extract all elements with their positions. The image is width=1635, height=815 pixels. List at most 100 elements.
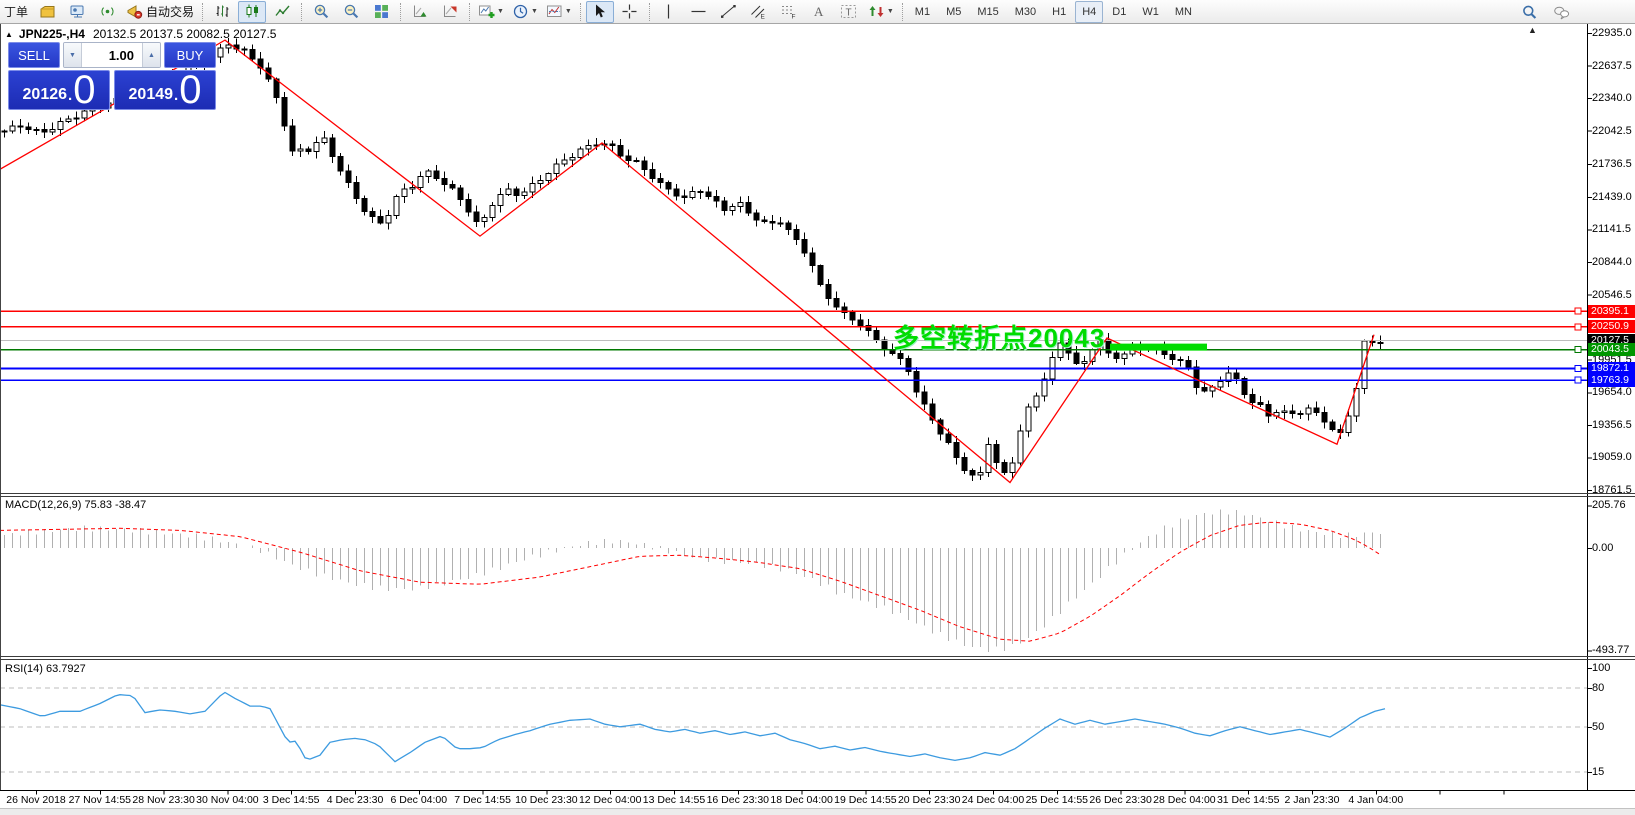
timeframe-mn-button[interactable]: MN (1168, 1, 1199, 23)
labelT-icon: T (840, 3, 857, 20)
crosshair-button[interactable] (616, 1, 644, 23)
svg-text:A: A (814, 4, 824, 19)
timeframe-d1-button[interactable]: D1 (1105, 1, 1133, 23)
bar-chart-button[interactable] (208, 1, 236, 23)
volume-up-button[interactable]: ▲ (142, 43, 160, 67)
candlestick-button[interactable] (238, 1, 266, 23)
dropdown-arrow-icon[interactable]: ▼ (497, 8, 504, 15)
timeframe-m30-button[interactable]: M30 (1008, 1, 1043, 23)
price-tag: 20395.1 (1588, 305, 1635, 318)
new-order-button-label: 丁单 (4, 3, 28, 20)
horizontal-level-lines[interactable] (0, 311, 1587, 380)
autoscroll-icon (412, 3, 429, 20)
sell-price-frac: 0 (73, 75, 95, 106)
hline-icon (690, 3, 707, 20)
chart-ohlc-values: 20132.5 20137.5 20082.5 20127.5 (93, 27, 277, 41)
volume-down-button[interactable]: ▼ (64, 43, 82, 67)
new-order-button[interactable]: 丁单 (1, 1, 31, 23)
vertical-line-button[interactable] (655, 1, 683, 23)
periods-button[interactable]: ▼ (509, 1, 541, 23)
sell-price-button[interactable]: 20126.0 (8, 70, 110, 110)
data-window-button[interactable] (63, 1, 91, 23)
price-tag: 19763.9 (1588, 374, 1635, 387)
price-tag: 20250.9 (1588, 320, 1635, 333)
arrows-icon (868, 3, 885, 20)
channel-icon: E (750, 3, 767, 20)
line-handles (1575, 308, 1581, 383)
cursor-button[interactable] (586, 1, 614, 23)
new-chart-button[interactable]: ▼ (475, 1, 507, 23)
templates-button[interactable]: ▼ (543, 1, 575, 23)
one-click-trading-panel: SELL ▼ 1.00 ▲ BUY 20126.0 20149.0 (8, 42, 216, 110)
zoomin-icon (313, 3, 330, 20)
axis-label: 0.00 (1592, 542, 1613, 554)
time-axis-label: 7 Dec 14:55 (454, 794, 511, 806)
time-axis-label: 30 Nov 04:00 (196, 794, 258, 806)
axis-label: 21141.5 (1592, 223, 1631, 235)
channel-button[interactable]: E (745, 1, 773, 23)
tiles-icon (373, 3, 390, 20)
line-chart-button[interactable] (268, 1, 296, 23)
time-axis-label: 26 Dec 23:30 (1089, 794, 1151, 806)
buy-button[interactable]: BUY (164, 42, 216, 68)
dropdown-arrow-icon[interactable]: ▼ (887, 8, 894, 15)
toolbar-separator (469, 3, 470, 21)
toolbar-separator (301, 3, 302, 21)
chart-annotation-text[interactable]: 多空转折点20043 (893, 318, 1105, 355)
collapse-panel-icon[interactable]: ▲ (5, 30, 13, 39)
rsi-indicator-label: RSI(14) 63.7927 (5, 663, 86, 675)
market-watch-button[interactable] (33, 1, 61, 23)
time-axis-label: 27 Nov 14:55 (69, 794, 131, 806)
macd-indicator-label: MACD(12,26,9) 75.83 -38.47 (5, 499, 146, 511)
window-bottom-edge (0, 808, 1635, 815)
time-axis-label: 28 Dec 04:00 (1153, 794, 1215, 806)
zoom-out-button[interactable] (337, 1, 365, 23)
autotrading-button[interactable]: 自动交易 (123, 1, 197, 23)
candles-icon (244, 3, 261, 20)
time-axis-label: 10 Dec 23:30 (515, 794, 577, 806)
folder-icon (39, 3, 56, 20)
timeframe-w1-button[interactable]: W1 (1135, 1, 1166, 23)
auto-scroll-button[interactable] (406, 1, 434, 23)
timeframe-m15-button[interactable]: M15 (970, 1, 1005, 23)
search-button[interactable] (1515, 1, 1543, 23)
highlight-bar[interactable] (1110, 344, 1207, 351)
macd-pane-series (0, 510, 1381, 653)
buy-price-button[interactable]: 20149.0 (114, 70, 216, 110)
fibonacci-button[interactable]: F (775, 1, 803, 23)
volume-input[interactable]: 1.00 (82, 43, 142, 67)
time-axis-label: 16 Dec 23:30 (707, 794, 769, 806)
dropdown-arrow-icon[interactable]: ▼ (531, 8, 538, 15)
time-axis-label: 19 Dec 14:55 (834, 794, 896, 806)
axis-label: 19654.0 (1592, 386, 1632, 398)
axis-label: 18761.5 (1592, 484, 1632, 496)
fibo-icon: F (780, 3, 797, 20)
dropdown-arrow-icon[interactable]: ▼ (565, 8, 572, 15)
horizontal-line-button[interactable] (685, 1, 713, 23)
scroll-up-icon[interactable]: ▲ (1528, 25, 1537, 35)
time-axis-label: 20 Dec 23:30 (898, 794, 960, 806)
trendline-button[interactable] (715, 1, 743, 23)
timeframe-h4-button[interactable]: H4 (1075, 1, 1103, 23)
time-axis-label: 13 Dec 14:55 (643, 794, 705, 806)
arrows-button[interactable]: ▼ (865, 1, 897, 23)
chart-shift-button[interactable] (436, 1, 464, 23)
text-button[interactable]: A (805, 1, 833, 23)
timeframe-m1-button[interactable]: M1 (908, 1, 937, 23)
textA-icon: A (810, 3, 827, 20)
label-button[interactable]: T (835, 1, 863, 23)
cursor-icon (591, 3, 608, 20)
time-axis-label: 12 Dec 04:00 (579, 794, 641, 806)
chart-canvas[interactable] (0, 0, 1635, 815)
navigator-button[interactable] (93, 1, 121, 23)
time-axis-label: 6 Dec 04:00 (390, 794, 447, 806)
chat-button[interactable] (1547, 1, 1575, 23)
zoom-in-button[interactable] (307, 1, 335, 23)
toolbar-separator (202, 3, 203, 21)
time-axis-label: 25 Dec 14:55 (1026, 794, 1088, 806)
sell-button[interactable]: SELL (8, 42, 60, 68)
timeframe-h1-button[interactable]: H1 (1045, 1, 1073, 23)
buy-price-dot: . (174, 88, 178, 103)
tile-windows-button[interactable] (367, 1, 395, 23)
timeframe-m5-button[interactable]: M5 (939, 1, 968, 23)
